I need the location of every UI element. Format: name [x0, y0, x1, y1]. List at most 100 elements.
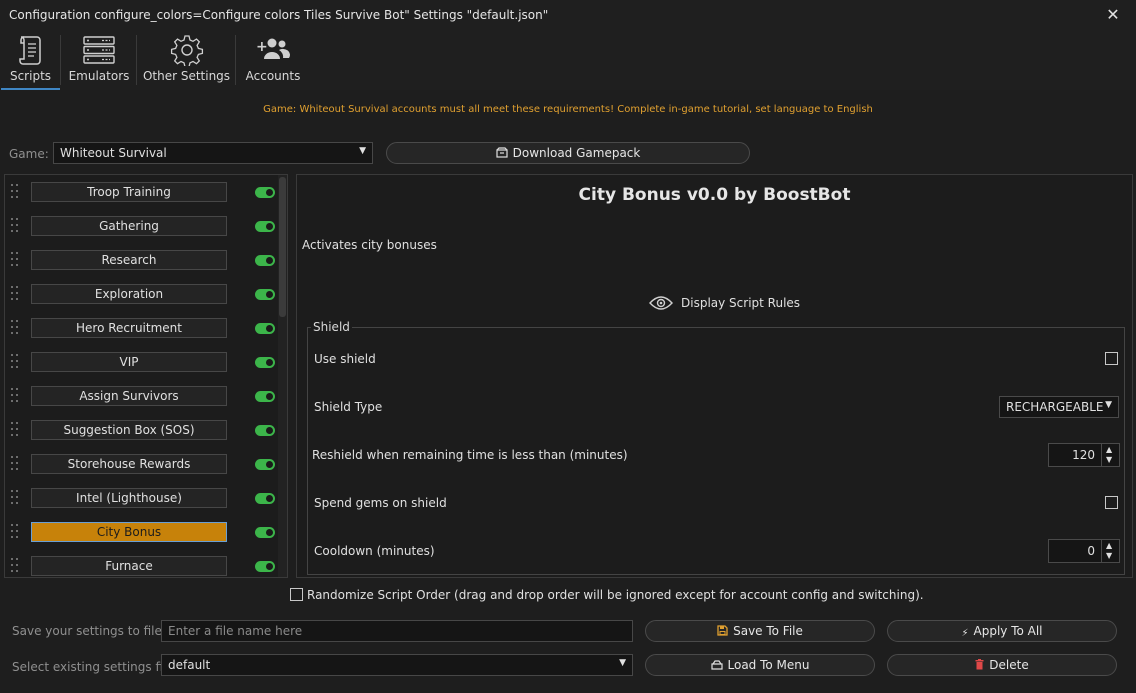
game-select[interactable]: Whiteout Survival ▼	[53, 142, 373, 164]
drag-handle-icon[interactable]	[11, 252, 19, 268]
delete-button[interactable]: Delete	[887, 654, 1117, 676]
script-button-assign-survivors[interactable]: Assign Survivors	[31, 386, 227, 406]
tab-accounts[interactable]: + Accounts	[240, 30, 306, 90]
script-button-hero-recruitment[interactable]: Hero Recruitment	[31, 318, 227, 338]
game-select-value: Whiteout Survival	[60, 146, 167, 160]
download-gamepack-button[interactable]: Download Gamepack	[386, 142, 750, 164]
reshield-label: Reshield when remaining time is less tha…	[312, 448, 628, 462]
tab-divider	[235, 35, 236, 85]
svg-text:+: +	[256, 39, 268, 55]
download-gamepack-label: Download Gamepack	[512, 146, 641, 160]
package-icon	[496, 147, 508, 158]
list-item: Intel (Lighthouse)	[5, 481, 275, 515]
load-to-menu-button[interactable]: Load To Menu	[645, 654, 875, 676]
scrollbar-thumb[interactable]	[279, 177, 286, 317]
randomize-label: Randomize Script Order (drag and drop or…	[307, 588, 924, 602]
use-shield-checkbox[interactable]	[1105, 352, 1118, 365]
script-button-city-bonus[interactable]: City Bonus	[31, 522, 227, 542]
script-toggle[interactable]	[255, 391, 275, 402]
list-item: Storehouse Rewards	[5, 447, 275, 481]
spin-up-icon[interactable]: ▲	[1106, 541, 1112, 550]
drag-handle-icon[interactable]	[11, 320, 19, 336]
script-button-intel-lighthouse[interactable]: Intel (Lighthouse)	[31, 488, 227, 508]
script-toggle[interactable]	[255, 357, 275, 368]
cooldown-spinbox[interactable]: 0 ▲ ▼	[1048, 539, 1120, 563]
script-toggle[interactable]	[255, 221, 275, 232]
eye-icon	[649, 296, 673, 310]
script-toggle[interactable]	[255, 527, 275, 538]
drag-handle-icon[interactable]	[11, 490, 19, 506]
drag-handle-icon[interactable]	[11, 286, 19, 302]
window-title: Configuration configure_colors=Configure…	[9, 8, 549, 22]
spin-up-icon[interactable]: ▲	[1106, 445, 1112, 454]
shield-type-value: RECHARGEABLE	[1006, 400, 1104, 414]
script-toggle[interactable]	[255, 561, 275, 572]
script-toggle[interactable]	[255, 493, 275, 504]
script-toggle[interactable]	[255, 289, 275, 300]
reshield-spinbox[interactable]: 120 ▲ ▼	[1048, 443, 1120, 467]
trash-icon	[975, 659, 984, 670]
spin-down-icon[interactable]: ▼	[1106, 455, 1112, 464]
script-button-research[interactable]: Research	[31, 250, 227, 270]
server-icon	[83, 36, 115, 64]
tab-other-settings[interactable]: Other Settings	[141, 30, 232, 90]
select-settings-label: Select existing settings file	[12, 660, 174, 674]
script-button-exploration[interactable]: Exploration	[31, 284, 227, 304]
script-toggle[interactable]	[255, 255, 275, 266]
script-button-suggestion-box[interactable]: Suggestion Box (SOS)	[31, 420, 227, 440]
tab-emulators-label: Emulators	[68, 69, 130, 83]
script-toggle[interactable]	[255, 187, 275, 198]
script-list-scrollbar[interactable]	[278, 175, 287, 577]
script-button-troop-training[interactable]: Troop Training	[31, 182, 227, 202]
apply-to-all-button[interactable]: ⚡ Apply To All	[887, 620, 1117, 642]
tab-divider	[60, 35, 61, 85]
game-label: Game:	[9, 147, 49, 161]
shield-type-select[interactable]: RECHARGEABLE ▼	[999, 396, 1119, 418]
gear-icon	[170, 35, 203, 66]
drag-handle-icon[interactable]	[11, 388, 19, 404]
drag-handle-icon[interactable]	[11, 354, 19, 370]
main-tabs: Scripts Emulators Other Settings + Accou…	[0, 30, 1136, 90]
save-settings-label: Save your settings to file	[12, 624, 162, 638]
spend-gems-label: Spend gems on shield	[314, 496, 447, 510]
list-item: City Bonus	[5, 515, 275, 549]
save-to-file-button[interactable]: Save To File	[645, 620, 875, 642]
spin-arrows[interactable]: ▲ ▼	[1101, 444, 1119, 466]
script-button-vip[interactable]: VIP	[31, 352, 227, 372]
add-user-icon: +	[256, 38, 290, 59]
reshield-value: 120	[1072, 448, 1095, 462]
spend-gems-checkbox[interactable]	[1105, 496, 1118, 509]
tab-emulators[interactable]: Emulators	[64, 30, 134, 90]
tab-divider	[136, 35, 137, 85]
drag-handle-icon[interactable]	[11, 456, 19, 472]
shield-type-label: Shield Type	[314, 400, 383, 414]
load-icon	[710, 660, 723, 670]
script-toggle[interactable]	[255, 323, 275, 334]
drag-handle-icon[interactable]	[11, 558, 19, 574]
close-icon[interactable]: ✕	[1100, 3, 1126, 27]
drag-handle-icon[interactable]	[11, 524, 19, 540]
script-toggle[interactable]	[255, 459, 275, 470]
tab-scripts[interactable]: Scripts	[1, 30, 60, 90]
list-item: Suggestion Box (SOS)	[5, 413, 275, 447]
drag-handle-icon[interactable]	[11, 218, 19, 234]
script-toggle[interactable]	[255, 425, 275, 436]
script-button-gathering[interactable]: Gathering	[31, 216, 227, 236]
spin-arrows[interactable]: ▲ ▼	[1101, 540, 1119, 562]
display-script-rules-label: Display Script Rules	[681, 296, 801, 310]
shield-group: Shield Use shield Shield Type RECHARGEAB…	[307, 320, 1125, 575]
script-list: Troop Training Gathering Research Explor…	[4, 174, 288, 578]
drag-handle-icon[interactable]	[11, 184, 19, 200]
filename-input[interactable]	[161, 620, 633, 642]
spin-down-icon[interactable]: ▼	[1106, 551, 1112, 560]
randomize-checkbox[interactable]	[290, 588, 303, 601]
script-description: Activates city bonuses	[302, 238, 437, 252]
list-item: Furnace	[5, 549, 275, 577]
list-item: Assign Survivors	[5, 379, 275, 413]
script-detail-panel: City Bonus v0.0 by BoostBot Activates ci…	[296, 174, 1133, 578]
drag-handle-icon[interactable]	[11, 422, 19, 438]
cooldown-value: 0	[1087, 544, 1095, 558]
script-button-furnace[interactable]: Furnace	[31, 556, 227, 576]
settings-file-select[interactable]: default ▼	[161, 654, 633, 676]
script-button-storehouse-rewards[interactable]: Storehouse Rewards	[31, 454, 227, 474]
